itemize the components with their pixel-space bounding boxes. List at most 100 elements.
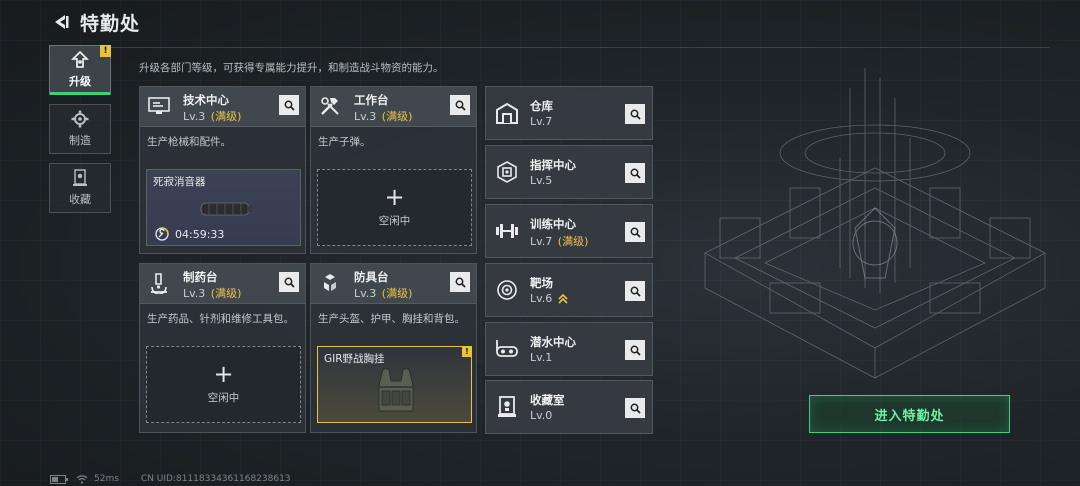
production-item-name: 死寂消音器 (153, 176, 206, 188)
search-icon (284, 100, 295, 111)
search-button[interactable] (625, 340, 645, 360)
card-header: 技术中心 Lv.3 (满级) (140, 87, 305, 127)
card-header: 制药台 Lv.3 (满级) (140, 264, 305, 304)
facility-level: Lv.7 (满级) (530, 233, 588, 249)
search-icon (630, 109, 641, 120)
level-value: Lv.7 (530, 235, 553, 248)
card-level: Lv.3 (满级) (354, 108, 412, 124)
facility-row-command-center[interactable]: 指挥中心 Lv.5 (485, 145, 653, 199)
production-timer: 04:59:33 (155, 227, 224, 241)
side-nav: 升级 ! 制造 收藏 (49, 45, 113, 222)
back-button[interactable] (50, 11, 72, 33)
facility-level: Lv.6 (530, 292, 568, 305)
search-button[interactable] (450, 95, 470, 115)
workshop-card-armor-bench: 防具台 Lv.3 (满级) 生产头盔、护甲、胸挂和背包。 GIR野战胸挂 ! (310, 263, 477, 433)
card-level: Lv.3 (满级) (183, 285, 241, 301)
max-level-tag: (满级) (210, 110, 242, 123)
upgrade-icon (71, 51, 89, 68)
monitor-icon (147, 94, 171, 118)
enter-special-ops-button[interactable]: 进入特勤处 (809, 395, 1010, 433)
ping-value: 52ms (94, 474, 119, 484)
facility-row-collection-room[interactable]: 收藏室 Lv.0 (485, 380, 653, 434)
facility-row-warehouse[interactable]: 仓库 Lv.7 (485, 86, 653, 140)
facility-level: Lv.0 (530, 409, 552, 422)
microscope-icon (147, 271, 171, 295)
search-button[interactable] (279, 95, 299, 115)
level-value: Lv.3 (183, 110, 206, 123)
search-icon (630, 227, 641, 238)
page-title: 特勤处 (80, 12, 141, 35)
card-title: 技术中心 (183, 93, 229, 107)
search-button[interactable] (625, 104, 645, 124)
wrench-timer-icon (155, 227, 169, 241)
chip-icon (493, 158, 521, 186)
upgrade-available-icon (558, 293, 568, 304)
card-title: 防具台 (354, 270, 389, 284)
warehouse-icon (493, 99, 521, 127)
card-header: 工作台 Lv.3 (满级) (311, 87, 476, 127)
nav-label-upgrade: 升级 (69, 75, 91, 88)
level-value: Lv.5 (530, 174, 553, 187)
workshop-card-workbench: 工作台 Lv.3 (满级) 生产子弹。 + 空闲中 (310, 86, 477, 254)
tools-icon (318, 94, 342, 118)
idle-label: 空闲中 (207, 392, 240, 404)
nav-tab-upgrade[interactable]: 升级 ! (49, 45, 111, 95)
level-value: Lv.3 (354, 287, 377, 300)
nav-tab-craft[interactable]: 制造 (49, 104, 111, 154)
card-subtitle: 生产子弹。 (318, 136, 371, 148)
card-level: Lv.3 (满级) (183, 108, 241, 124)
facility-level: Lv.7 (530, 115, 552, 128)
level-value: Lv.0 (530, 409, 553, 422)
facility-row-shooting-range[interactable]: 靶场 Lv.6 (485, 263, 653, 317)
production-item-name: GIR野战胸挂 (324, 353, 385, 365)
header-divider (50, 47, 1050, 48)
idle-production-slot[interactable]: + 空闲中 (317, 169, 472, 246)
wifi-icon (76, 475, 88, 484)
plus-icon: + (384, 183, 405, 211)
nav-label-craft: 制造 (69, 134, 91, 147)
facility-level: Lv.1 (530, 351, 552, 364)
facility-name: 潜水中心 (530, 335, 576, 349)
suppressor-item-image (200, 202, 253, 216)
plus-icon: + (213, 360, 234, 388)
search-icon (455, 277, 466, 288)
nav-label-collection: 收藏 (69, 193, 91, 206)
card-title: 制药台 (183, 270, 218, 284)
search-icon (455, 100, 466, 111)
facility-level: Lv.5 (530, 174, 552, 187)
search-button[interactable] (625, 163, 645, 183)
level-value: Lv.6 (530, 292, 553, 305)
level-value: Lv.3 (183, 287, 206, 300)
facility-row-diving-center[interactable]: 潜水中心 Lv.1 (485, 322, 653, 376)
search-icon (630, 286, 641, 297)
search-icon (630, 345, 641, 356)
production-slot[interactable]: 死寂消音器 04:59:33 (146, 169, 301, 246)
search-button[interactable] (625, 398, 645, 418)
chest-rig-item-image (378, 368, 414, 412)
search-button[interactable] (450, 272, 470, 292)
diving-mask-icon (493, 335, 521, 363)
search-button[interactable] (625, 222, 645, 242)
facility-name: 仓库 (530, 99, 553, 113)
search-icon (630, 168, 641, 179)
search-button[interactable] (279, 272, 299, 292)
collection-icon (73, 169, 87, 186)
nav-tab-collection[interactable]: 收藏 (49, 163, 111, 213)
search-button[interactable] (625, 281, 645, 301)
card-level: Lv.3 (满级) (354, 285, 412, 301)
card-subtitle: 生产枪械和配件。 (147, 136, 231, 148)
max-level-tag: (满级) (557, 235, 589, 248)
nav-alert-badge: ! (100, 45, 111, 57)
level-value: Lv.3 (354, 110, 377, 123)
idle-production-slot[interactable]: + 空闲中 (146, 346, 301, 423)
facility-name: 指挥中心 (530, 158, 576, 172)
facility-name: 收藏室 (530, 393, 565, 407)
status-bar: 52ms CN UID:8111833436116823​8613 (50, 474, 299, 484)
facility-row-training-center[interactable]: 训练中心 Lv.7 (满级) (485, 204, 653, 258)
max-level-tag: (满级) (210, 287, 242, 300)
completed-production-slot[interactable]: GIR野战胸挂 ! (317, 346, 472, 423)
max-level-tag: (满级) (381, 287, 413, 300)
search-icon (630, 403, 641, 414)
card-subtitle: 生产药品、针剂和维修工具包。 (147, 313, 294, 325)
level-value: Lv.1 (530, 351, 553, 364)
